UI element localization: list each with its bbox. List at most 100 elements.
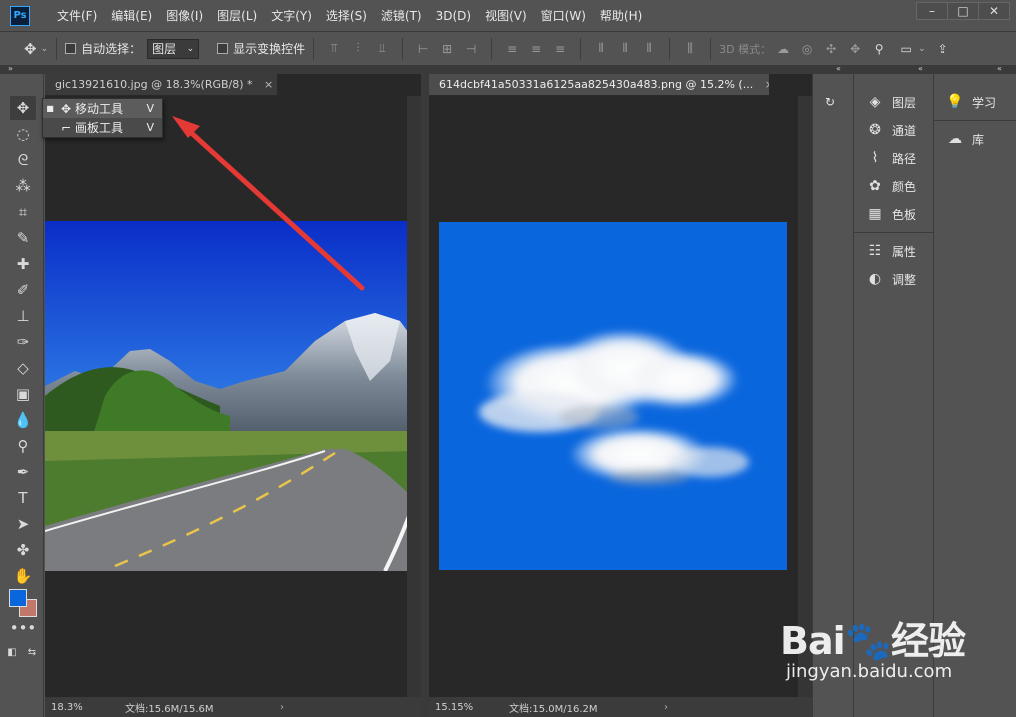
chevron-down-icon[interactable]: ⌄ xyxy=(41,44,49,54)
flyout-item-move-tool[interactable]: ■ ✥ 移动工具 V xyxy=(43,99,162,118)
align-vcenter-icon[interactable]: ⫶ xyxy=(349,40,367,58)
distribute-top-icon[interactable]: ≡ xyxy=(503,40,521,58)
align-bottom-icon[interactable]: ⫫ xyxy=(373,40,391,58)
document-tab-left[interactable]: gic13921610.jpg @ 18.3%(RGB/8) * × xyxy=(45,74,277,96)
photoshop-logo: Ps xyxy=(10,5,30,26)
menu-type[interactable]: 文字(Y) xyxy=(264,0,319,32)
minimize-icon[interactable]: – xyxy=(916,2,948,20)
panel-paths[interactable]: ⌇ 路径 xyxy=(854,144,933,172)
baidu-watermark: Bai🐾经验 jingyan.baidu.com xyxy=(780,610,1010,710)
align-top-icon[interactable]: ⫪ xyxy=(325,40,343,58)
zoom-level[interactable]: 18.3% xyxy=(45,702,95,713)
distribute-vcenter-icon[interactable]: ≡ xyxy=(527,40,545,58)
chevron-down-icon[interactable]: ⌄ xyxy=(918,44,926,54)
collapse-arrows-icon[interactable]: » xyxy=(8,64,13,73)
distribute-hcenter-icon[interactable]: ⦀ xyxy=(616,40,634,58)
custom-shape-icon[interactable]: ✤ xyxy=(10,538,36,562)
watermark-suffix: 经验 xyxy=(890,619,966,663)
panel-channels[interactable]: ❂ 通道 xyxy=(854,116,933,144)
menu-edit[interactable]: 编辑(E) xyxy=(104,0,159,32)
default-colors-icon[interactable]: ◧ xyxy=(4,640,20,664)
align-left-icon[interactable]: ⊢ xyxy=(414,40,432,58)
3d-orbit-icon[interactable]: ☁ xyxy=(774,40,792,58)
brush-tool-icon[interactable]: ✐ xyxy=(10,278,36,302)
panel-properties[interactable]: ☷ 属性 xyxy=(854,237,933,265)
menu-view[interactable]: 视图(V) xyxy=(478,0,534,32)
workspace-icon[interactable]: ▭ xyxy=(897,40,915,58)
color-palette-icon: ✿ xyxy=(869,178,881,194)
path-select-icon[interactable]: ➤ xyxy=(10,512,36,536)
menu-window[interactable]: 窗口(W) xyxy=(534,0,593,32)
collapse-arrows-icon[interactable]: « xyxy=(918,64,923,73)
auto-select-dropdown[interactable]: 图层 ⌄ xyxy=(147,38,200,59)
panel-color[interactable]: ✿ 颜色 xyxy=(854,172,933,200)
auto-select-label: 自动选择： xyxy=(81,42,142,56)
blur-icon[interactable]: 💧 xyxy=(10,408,36,432)
share-icon[interactable]: ⇪ xyxy=(934,40,952,58)
flyout-item-artboard-tool[interactable]: ⌐ 画板工具 V xyxy=(43,118,162,137)
selected-bullet-icon: ■ xyxy=(46,104,54,113)
marquee-tool-icon[interactable]: ◌ xyxy=(10,122,36,146)
panel-layers[interactable]: ◈ 图层 xyxy=(854,88,933,116)
close-tab-icon[interactable]: × xyxy=(765,78,769,91)
status-menu-arrow[interactable]: › xyxy=(664,702,668,713)
menubar: Ps 文件(F) 编辑(E) 图像(I) 图层(L) 文字(Y) 选择(S) 滤… xyxy=(0,0,1016,32)
panel-label: 库 xyxy=(972,132,985,147)
maximize-icon[interactable]: □ xyxy=(947,2,979,20)
panel-adjustments[interactable]: ◐ 调整 xyxy=(854,265,933,293)
eyedropper-icon[interactable]: ✎ xyxy=(10,226,36,250)
hand-tool-icon[interactable]: ✋ xyxy=(10,564,36,588)
distribute-left-icon[interactable]: ⦀ xyxy=(592,40,610,58)
swap-colors-icon[interactable]: ⇆ xyxy=(24,640,40,664)
auto-align-icon[interactable]: ⫼ xyxy=(681,40,699,58)
close-tab-icon[interactable]: × xyxy=(264,78,273,91)
history-panel-icon[interactable]: ↻ xyxy=(813,88,853,116)
document-divider[interactable] xyxy=(421,74,429,717)
3d-pan-icon[interactable]: ✣ xyxy=(822,40,840,58)
distribute-bottom-icon[interactable]: ≡ xyxy=(551,40,569,58)
healing-brush-icon[interactable]: ✚ xyxy=(10,252,36,276)
search-icon[interactable]: ⚲ xyxy=(870,40,888,58)
3d-roll-icon[interactable]: ◎ xyxy=(798,40,816,58)
menu-layer[interactable]: 图层(L) xyxy=(210,0,264,32)
close-window-icon[interactable]: ✕ xyxy=(978,2,1010,20)
align-right-icon[interactable]: ⊣ xyxy=(462,40,480,58)
menu-image[interactable]: 图像(I) xyxy=(159,0,210,32)
type-tool-icon[interactable]: T xyxy=(10,486,36,510)
menu-filter[interactable]: 滤镜(T) xyxy=(374,0,429,32)
menu-file[interactable]: 文件(F) xyxy=(50,0,104,32)
show-transform-checkbox[interactable] xyxy=(217,43,229,54)
collapse-arrows-icon[interactable]: « xyxy=(997,64,1002,73)
gradient-icon[interactable]: ▣ xyxy=(10,382,36,406)
properties-icon: ☷ xyxy=(868,243,882,259)
foreground-color-swatch[interactable] xyxy=(9,589,27,607)
document-tab-right[interactable]: 614dcbf41a50331a6125aa825430a483.png @ 1… xyxy=(429,74,769,96)
clone-stamp-icon[interactable]: ⊥ xyxy=(10,304,36,328)
more-tools-icon[interactable]: ••• xyxy=(10,616,37,640)
history-brush-icon[interactable]: ✑ xyxy=(10,330,36,354)
auto-select-checkbox[interactable] xyxy=(65,43,77,54)
pen-tool-icon[interactable]: ✒ xyxy=(10,460,36,484)
lasso-tool-icon[interactable]: ᘓ xyxy=(10,148,36,172)
panel-libraries[interactable]: ☁ 库 xyxy=(934,125,1016,153)
panel-swatches[interactable]: ▦ 色板 xyxy=(854,200,933,228)
menu-3d[interactable]: 3D(D) xyxy=(429,0,478,32)
zoom-level[interactable]: 15.15% xyxy=(429,702,479,713)
swatches-grid-icon: ▦ xyxy=(868,206,882,222)
vertical-scrollbar[interactable] xyxy=(798,96,812,697)
align-hcenter-icon[interactable]: ⊞ xyxy=(438,40,456,58)
move-tool-icon[interactable]: ✥ xyxy=(10,96,36,120)
status-menu-arrow[interactable]: › xyxy=(280,702,284,713)
dodge-icon[interactable]: ⚲ xyxy=(10,434,36,458)
crop-tool-icon[interactable]: ⌗ xyxy=(10,200,36,224)
distribute-right-icon[interactable]: ⦀ xyxy=(640,40,658,58)
menu-select[interactable]: 选择(S) xyxy=(319,0,374,32)
magic-wand-icon[interactable]: ⁂ xyxy=(10,174,36,198)
menu-help[interactable]: 帮助(H) xyxy=(593,0,649,32)
panel-learn[interactable]: 💡 学习 xyxy=(934,88,1016,116)
3d-slide-icon[interactable]: ✥ xyxy=(846,40,864,58)
eraser-icon[interactable]: ◇ xyxy=(10,356,36,380)
vertical-scrollbar[interactable] xyxy=(407,96,421,697)
collapse-arrows-icon[interactable]: « xyxy=(836,64,841,73)
move-tool-preset-icon[interactable]: ✥ xyxy=(24,40,37,58)
